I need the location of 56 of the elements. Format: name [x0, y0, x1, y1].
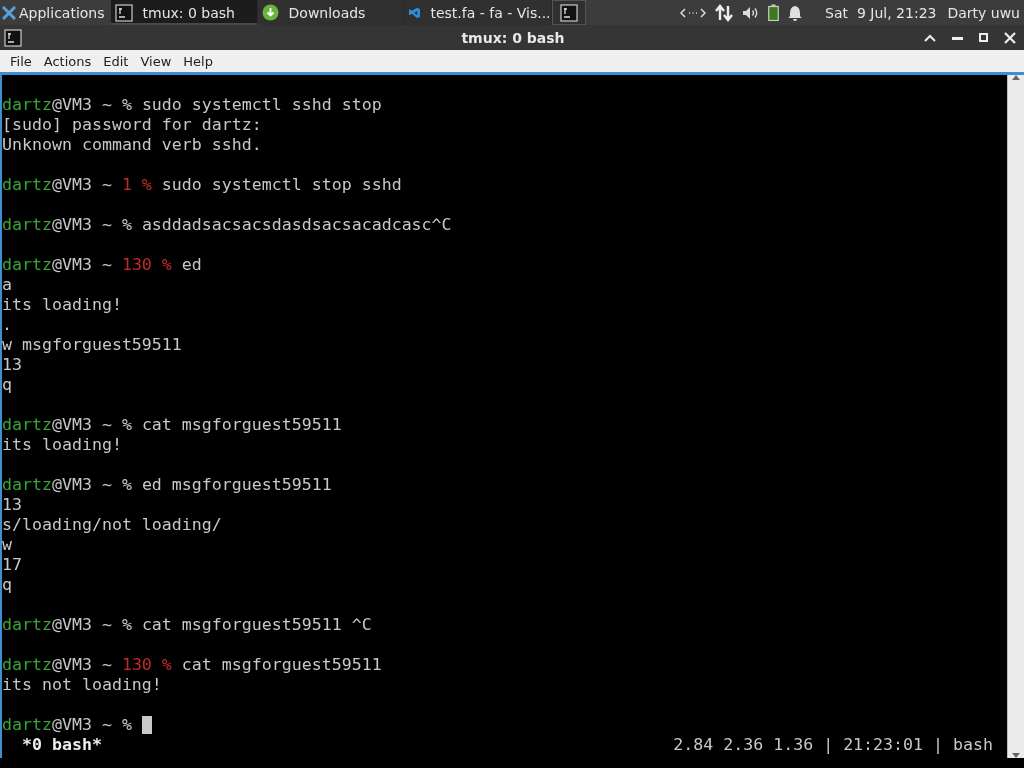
- vertical-scrollbar[interactable]: [1007, 75, 1024, 758]
- terminal-icon: [114, 3, 133, 22]
- prompt-line: dartz@VM3 ~ 130 % cat msgforguest59511: [2, 655, 382, 675]
- output-line: Unknown command verb sshd.: [2, 135, 262, 155]
- tmux-window-tab[interactable]: *0 bash*: [2, 735, 102, 758]
- output-line: 17: [2, 555, 22, 575]
- output-line: w msgforguest59511: [2, 335, 182, 355]
- output-line: q: [2, 575, 12, 595]
- terminal-icon: [559, 3, 578, 22]
- battery-icon[interactable]: [768, 4, 780, 21]
- taskbar-button[interactable]: tmux: 0 bash: [110, 0, 258, 25]
- menu-item[interactable]: Actions: [37, 53, 98, 69]
- applications-menu-button[interactable]: Applications: [0, 0, 111, 25]
- prompt-line: dartz@VM3 ~ % sudo systemctl sshd stop: [2, 95, 382, 115]
- output-line: .: [2, 315, 12, 335]
- volume-icon[interactable]: [742, 5, 760, 20]
- download-icon: [261, 4, 279, 21]
- window-title: tmux: 0 bash: [460, 29, 566, 46]
- chevron-up-icon[interactable]: [924, 33, 936, 42]
- terminal-launcher-button[interactable]: [551, 0, 586, 25]
- output-line: w: [2, 535, 12, 555]
- tmux-status-info: 2.84 2.36 1.36 | 21:23:01 | bash: [673, 735, 994, 756]
- network-icon[interactable]: [680, 6, 707, 19]
- menu-item[interactable]: Edit: [97, 53, 135, 69]
- prompt-line: dartz@VM3 ~ % ed msgforguest59511: [2, 475, 332, 495]
- menu-item[interactable]: View: [134, 53, 178, 69]
- menu-item[interactable]: File: [4, 53, 38, 69]
- up-down-arrows-icon[interactable]: [715, 3, 734, 22]
- terminal-icon: [4, 28, 22, 47]
- minimize-icon[interactable]: [952, 35, 963, 40]
- output-line: its not loading!: [2, 675, 162, 695]
- output-line: 13: [2, 495, 22, 515]
- taskbar-button[interactable]: test.fa - fa - Vis...: [404, 0, 552, 25]
- scroll-up-arrow-icon[interactable]: [1012, 75, 1020, 80]
- bell-icon[interactable]: [788, 4, 803, 21]
- prompt-line: dartz@VM3 ~ % cat msgforguest59511 ^C: [2, 615, 372, 635]
- prompt-line: dartz@VM3 ~ 1 % sudo systemctl stop sshd: [2, 175, 402, 195]
- output-line: its loading!: [2, 435, 122, 455]
- x-logo-icon: [2, 5, 16, 20]
- prompt-line: dartz@VM3 ~ %: [2, 715, 132, 735]
- prompt-line: dartz@VM3 ~ % asddadsacsacsdasdsacsacadcasc^C: [2, 215, 452, 235]
- prompt-line: dartz@VM3 ~ % cat msgforguest59511: [2, 415, 342, 435]
- clock[interactable]: Sat 9 Jul, 21:23: [825, 4, 937, 21]
- user-name[interactable]: Darty uwu: [947, 4, 1020, 21]
- scroll-down-arrow-icon[interactable]: [1012, 753, 1020, 758]
- taskbar-button[interactable]: Downloads: [257, 0, 405, 25]
- prompt-line: dartz@VM3 ~ 130 % ed: [2, 255, 202, 275]
- output-line: a: [2, 275, 12, 295]
- close-icon[interactable]: [1004, 31, 1016, 44]
- output-line: 13: [2, 355, 22, 375]
- output-line: [sudo] password for dartz:: [2, 115, 262, 135]
- output-line: its loading!: [2, 295, 122, 315]
- output-line: q: [2, 375, 12, 395]
- output-line: s/loading/not loading/: [2, 515, 222, 535]
- maximize-icon[interactable]: [979, 33, 988, 42]
- menu-item[interactable]: Help: [177, 53, 219, 69]
